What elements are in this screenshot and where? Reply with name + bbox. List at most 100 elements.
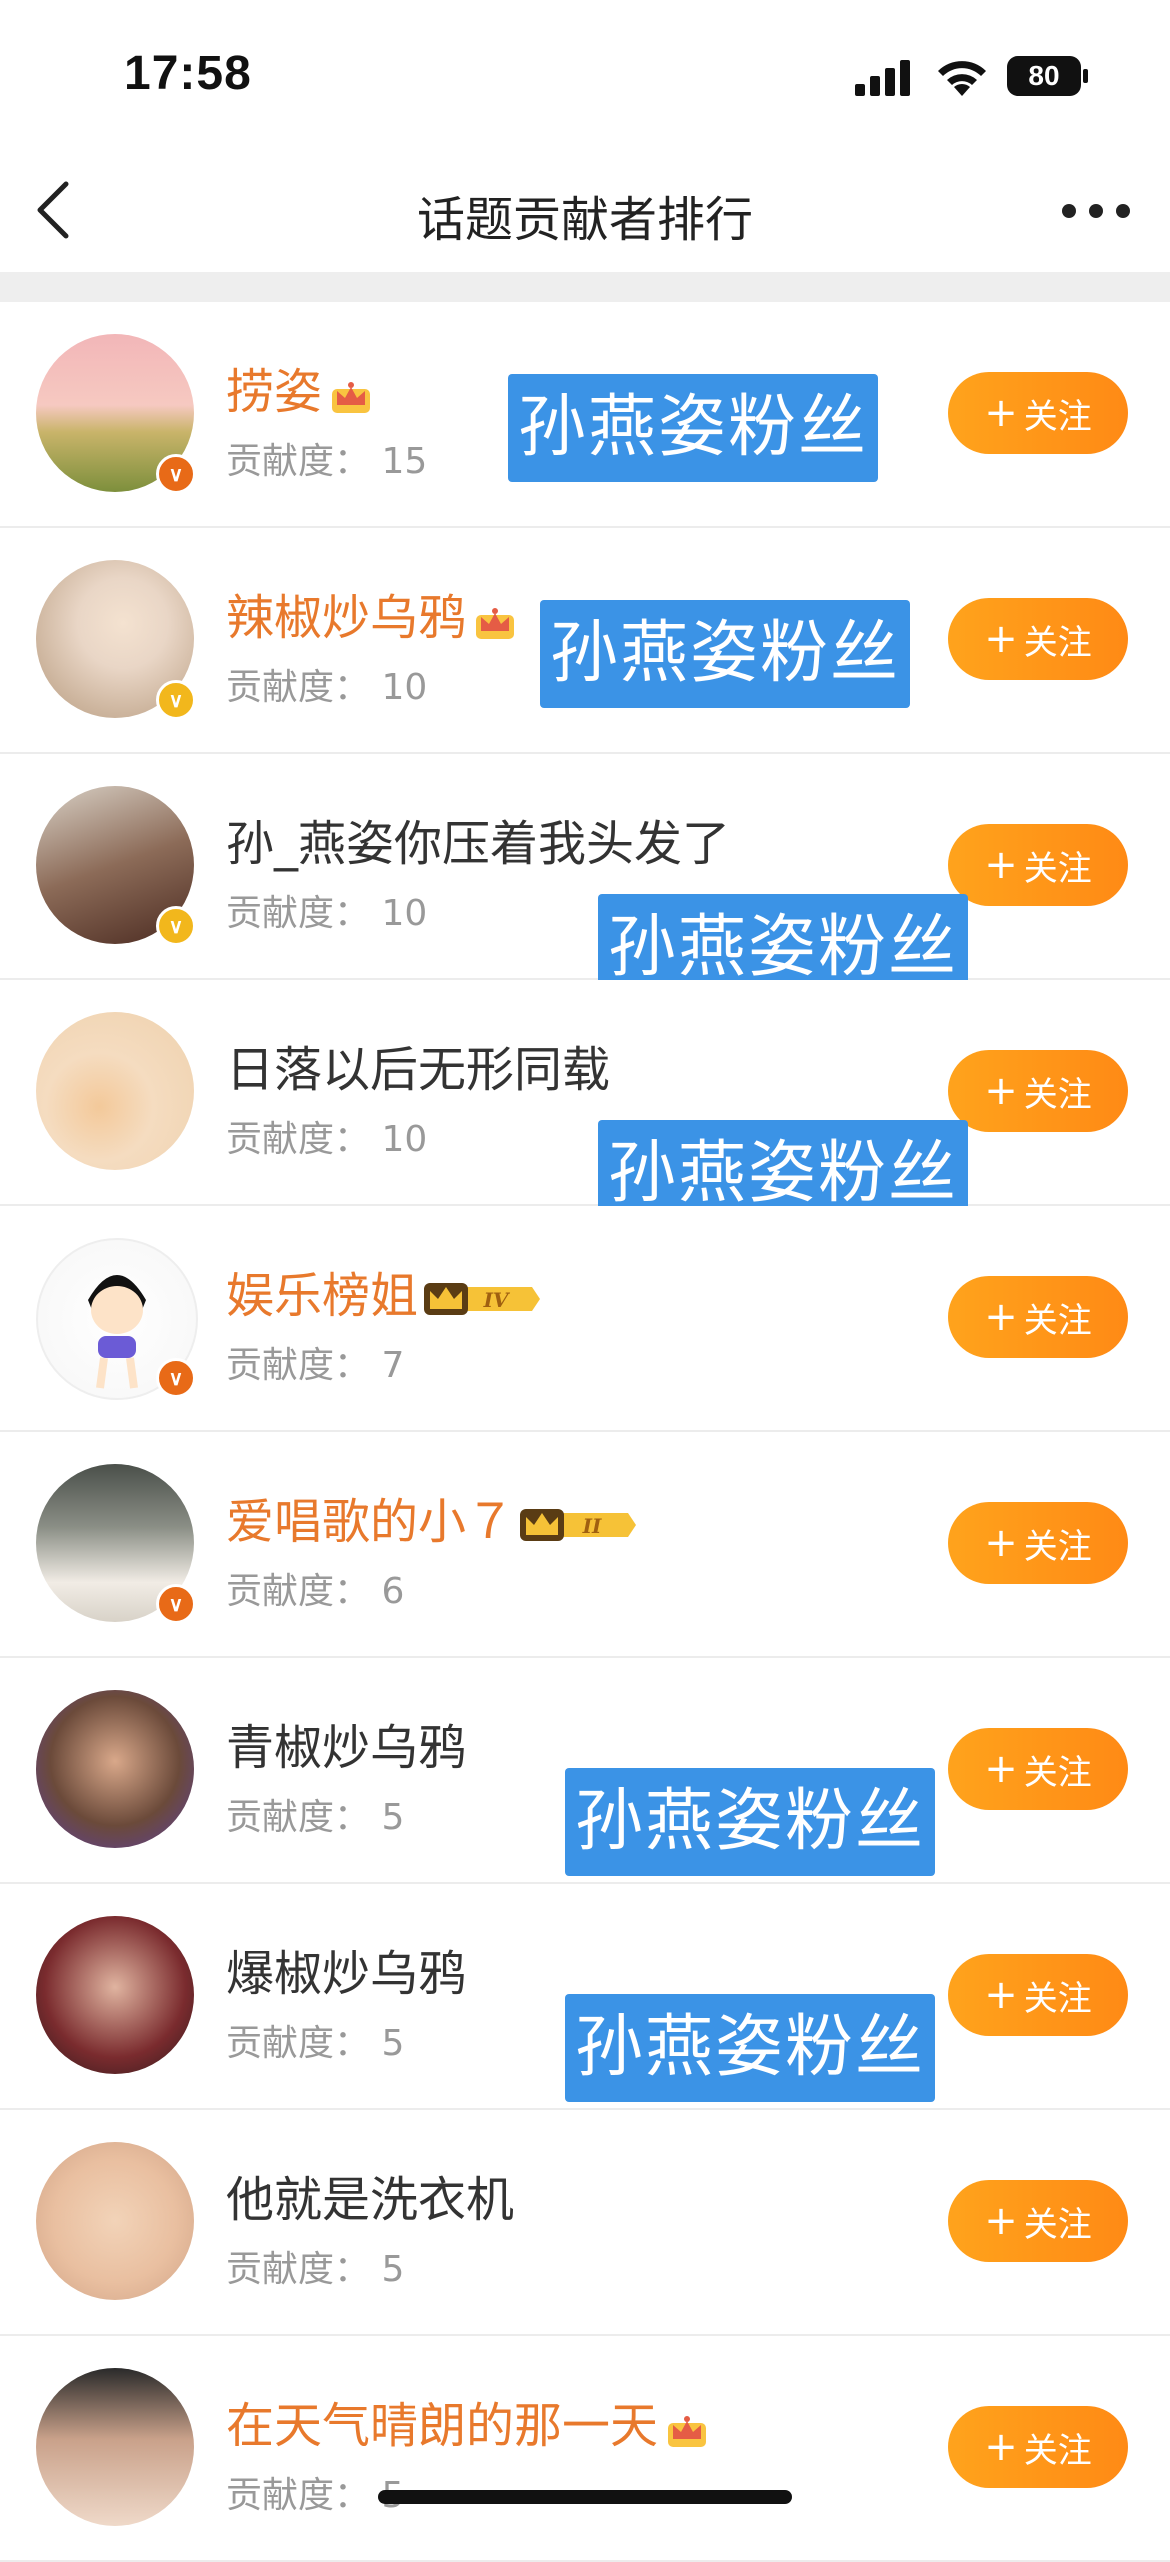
follow-label: 关注 bbox=[1023, 1978, 1092, 2019]
username-text[interactable]: 青椒炒乌鸦 bbox=[226, 1720, 466, 1776]
username-text[interactable]: 孙_燕姿你压着我头发了 bbox=[226, 816, 730, 872]
contribution-value: 5 bbox=[381, 1797, 405, 1838]
contribution-value: 10 bbox=[381, 667, 428, 708]
plus-icon: + bbox=[984, 842, 1018, 888]
follow-button[interactable]: + 关注 bbox=[948, 1954, 1128, 2036]
contribution-value: 5 bbox=[381, 2023, 405, 2064]
username-text[interactable]: 捞姿 bbox=[226, 364, 322, 420]
follow-label: 关注 bbox=[1023, 1752, 1092, 1793]
plus-icon: + bbox=[984, 616, 1018, 662]
battery-level: 80 bbox=[1028, 60, 1060, 91]
follow-label: 关注 bbox=[1023, 2204, 1092, 2245]
contributor-row[interactable]: 在天气晴朗的那一天贡献度： 5 +关注 bbox=[0, 2336, 1170, 2562]
follow-button[interactable]: + 关注 bbox=[948, 1502, 1128, 1584]
contribution-label: 贡献度： bbox=[226, 441, 382, 482]
contribution-label: 贡献度： bbox=[226, 2023, 382, 2064]
contributor-row[interactable]: 他就是洗衣机贡献度： 5 + 关注 bbox=[0, 2110, 1170, 2336]
follow-label: 关注 bbox=[1023, 622, 1092, 663]
wifi-icon bbox=[938, 61, 986, 96]
username-text[interactable]: 娱乐榜姐 bbox=[226, 1268, 418, 1324]
contributor-row[interactable]: ∨ 辣椒炒乌鸦 贡献度： 10 + 关注 孙燕姿粉丝 bbox=[0, 528, 1170, 754]
contributor-row[interactable]: ∨ 捞姿贡献度： 15 + 关注 孙燕姿粉丝 bbox=[0, 302, 1170, 528]
verified-badge-icon: ∨ bbox=[156, 680, 196, 720]
contribution-label: 贡献度： bbox=[226, 1571, 382, 1612]
username-text[interactable]: 在天气晴朗的那一天 bbox=[226, 2398, 658, 2454]
crown-badge-icon bbox=[668, 2416, 707, 2447]
username[interactable]: 辣椒炒乌鸦 bbox=[226, 578, 518, 648]
avatar[interactable] bbox=[36, 2368, 194, 2526]
username[interactable]: 娱乐榜姐 IV bbox=[226, 1256, 542, 1326]
contribution-value: 7 bbox=[381, 1345, 405, 1386]
follow-button[interactable]: + 关注 bbox=[948, 2406, 1128, 2488]
contribution-value: 10 bbox=[381, 893, 428, 934]
plus-icon: + bbox=[984, 1746, 1018, 1792]
contribution-score: 贡献度： 10 bbox=[226, 658, 427, 710]
username[interactable]: 爱唱歌的小７ II bbox=[226, 1482, 638, 1552]
battery-icon: 80 bbox=[1007, 56, 1089, 96]
contribution-score: 贡献度： 5 bbox=[226, 2240, 404, 2292]
avatar[interactable] bbox=[36, 2142, 194, 2300]
plus-icon: + bbox=[984, 1972, 1018, 2018]
more-options-icon[interactable] bbox=[1060, 202, 1132, 220]
fan-overlay-tag: 孙燕姿粉丝 bbox=[508, 374, 879, 482]
contribution-value: 6 bbox=[381, 1571, 405, 1612]
contributor-row[interactable]: 日落以后无形同载 贡献度： 10 + 关注 孙燕姿粉丝 bbox=[0, 980, 1170, 1228]
follow-label: 关注 bbox=[1023, 2430, 1092, 2471]
follow-button[interactable]: + 关注 bbox=[948, 2180, 1128, 2262]
follow-button[interactable]: + 关注 bbox=[948, 1276, 1128, 1358]
username-text[interactable]: 辣椒炒乌鸦 bbox=[226, 590, 466, 646]
contribution-label: 贡献度： bbox=[226, 1345, 382, 1386]
contribution-score: 贡献度： 6 bbox=[226, 1562, 404, 1614]
username[interactable]: 爆椒炒乌鸦 bbox=[226, 1934, 466, 2004]
follow-label: 关注 bbox=[1023, 1526, 1092, 1567]
follow-button[interactable]: + 关注 bbox=[948, 1050, 1128, 1132]
contributor-row[interactable]: ∨ 娱乐榜姐 IV 贡献度： 7 + 关注 bbox=[0, 1206, 1170, 1432]
avatar[interactable] bbox=[36, 1690, 194, 1848]
avatar[interactable] bbox=[36, 1012, 194, 1170]
username[interactable]: 在天气晴朗的那一天 bbox=[226, 2386, 710, 2456]
contributor-row[interactable]: ∨ 孙_燕姿你压着我头发了 贡献度： 10 + 关注 孙燕姿粉丝 bbox=[0, 754, 1170, 1002]
follow-label: 关注 bbox=[1023, 848, 1092, 889]
follow-button[interactable]: + 关注 bbox=[948, 824, 1128, 906]
username-text[interactable]: 日落以后无形同载 bbox=[226, 1042, 610, 1098]
crown-badge-icon bbox=[476, 608, 515, 639]
contribution-label: 贡献度： bbox=[226, 1119, 382, 1160]
contributor-list: ∨ 捞姿 贡献度： 15 + 关注 孙燕姿粉丝 ∨ 辣椒炒乌鸦 贡献度： 10 + 关注 孙燕姿粉丝 ∨… bbox=[0, 302, 1170, 2562]
vip-level-badge-icon: IV bbox=[424, 1283, 541, 1315]
username-text[interactable]: 爆椒炒乌鸦 bbox=[226, 1946, 466, 2002]
username[interactable]: 捞姿 bbox=[226, 352, 374, 422]
contributor-row[interactable]: ∨ 爱唱歌的小７ II 贡献度： 6 + 关注 bbox=[0, 1432, 1170, 1658]
status-time: 17:58 bbox=[124, 47, 252, 100]
home-indicator bbox=[378, 2490, 792, 2504]
username[interactable]: 青椒炒乌鸦 bbox=[226, 1708, 466, 1778]
username[interactable]: 日落以后无形同载 bbox=[226, 1030, 610, 1100]
contributor-row[interactable]: 青椒炒乌鸦 贡献度： 5 + 关注 孙燕姿粉丝 bbox=[0, 1658, 1170, 1884]
contribution-score: 贡献度： 5 bbox=[226, 1788, 404, 1840]
avatar[interactable] bbox=[36, 1916, 194, 2074]
cellular-signal-icon bbox=[855, 60, 910, 96]
contribution-score: 贡献度： 15 bbox=[226, 432, 427, 484]
username-text[interactable]: 他就是洗衣机 bbox=[226, 2172, 514, 2228]
nav-bar: 话题贡献者排行 bbox=[0, 150, 1170, 270]
follow-button[interactable]: + 关注 bbox=[948, 1728, 1128, 1810]
page-title: 话题贡献者排行 bbox=[416, 192, 753, 248]
plus-icon: + bbox=[984, 1294, 1018, 1340]
follow-button[interactable]: + 关注 bbox=[948, 372, 1128, 454]
verified-badge-icon: ∨ bbox=[156, 1584, 196, 1624]
follow-label: 关注 bbox=[1023, 1300, 1092, 1341]
username-text[interactable]: 爱唱歌的小７ bbox=[226, 1494, 514, 1550]
contribution-score: 贡献度： 10 bbox=[226, 884, 427, 936]
follow-label: 关注 bbox=[1023, 1074, 1092, 1115]
vip-level-badge-icon: II bbox=[520, 1509, 637, 1541]
verified-badge-icon: ∨ bbox=[156, 906, 196, 946]
verified-badge-icon: ∨ bbox=[156, 454, 196, 494]
contributor-row[interactable]: 爆椒炒乌鸦 贡献度： 5 + 关注 孙燕姿粉丝 bbox=[0, 1884, 1170, 2110]
username[interactable]: 孙_燕姿你压着我头发了 bbox=[226, 804, 730, 874]
username[interactable]: 他就是洗衣机 bbox=[226, 2160, 514, 2230]
crown-badge-icon bbox=[332, 382, 371, 413]
plus-icon: + bbox=[984, 1520, 1018, 1566]
follow-button[interactable]: + 关注 bbox=[948, 598, 1128, 680]
contribution-value: 5 bbox=[381, 2249, 405, 2290]
contribution-label: 贡献度： bbox=[226, 2475, 382, 2516]
plus-icon: + bbox=[984, 2424, 1018, 2470]
